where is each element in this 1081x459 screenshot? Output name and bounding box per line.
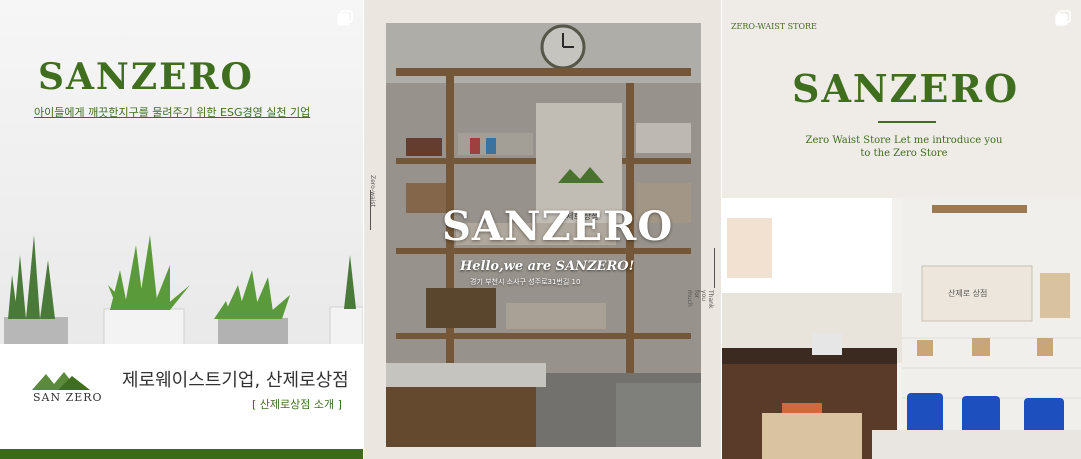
- side-caption-right: Thank you for much: [686, 290, 714, 309]
- title-underline: [878, 121, 936, 123]
- overlay-greeting: Hello,we are SANZERO!: [460, 259, 635, 274]
- brand-title: SANZERO: [792, 66, 1020, 111]
- bottom-accent-bar: [0, 449, 363, 459]
- store-type-label: ZERO-WAIST STORE: [731, 22, 817, 31]
- store-interior-photo: 산제로 상점: [722, 198, 1081, 459]
- divider-right: [714, 248, 715, 288]
- multiple-images-icon: [1055, 10, 1071, 26]
- post-title: 제로웨이스트기업, 산제로상점: [122, 370, 349, 391]
- store-description: Zero Waist Store Let me introduce you to…: [805, 135, 1003, 159]
- instagram-post-3[interactable]: ZERO-WAIST STORE SANZERO Zero Waist Stor…: [722, 0, 1081, 459]
- overlay-brand-title: SANZERO: [442, 203, 674, 250]
- instagram-post-2[interactable]: 산제로 상점 Zero-waist Thank you for much SAN…: [364, 0, 721, 459]
- potted-plants-image: [4, 235, 363, 345]
- banner-text: 산제로 상점: [948, 289, 988, 298]
- logo-text: SAN ZERO: [33, 391, 103, 404]
- post-subtitle: [ 산제로상점 소개 ]: [252, 398, 342, 411]
- overlay-address: 경기 부천시 소사구 성주로31번길 10: [470, 278, 581, 286]
- instagram-post-1[interactable]: SANZERO 아이들에게 깨끗한지구를 물려주기 위한 ESG경영 실천 기업…: [0, 0, 363, 459]
- multiple-images-icon: [337, 10, 353, 26]
- side-caption-left: Zero-waist: [369, 175, 376, 207]
- brand-title: SANZERO: [38, 56, 254, 98]
- tagline: 아이들에게 깨끗한지구를 물려주기 위한 ESG경영 실천 기업: [34, 106, 311, 119]
